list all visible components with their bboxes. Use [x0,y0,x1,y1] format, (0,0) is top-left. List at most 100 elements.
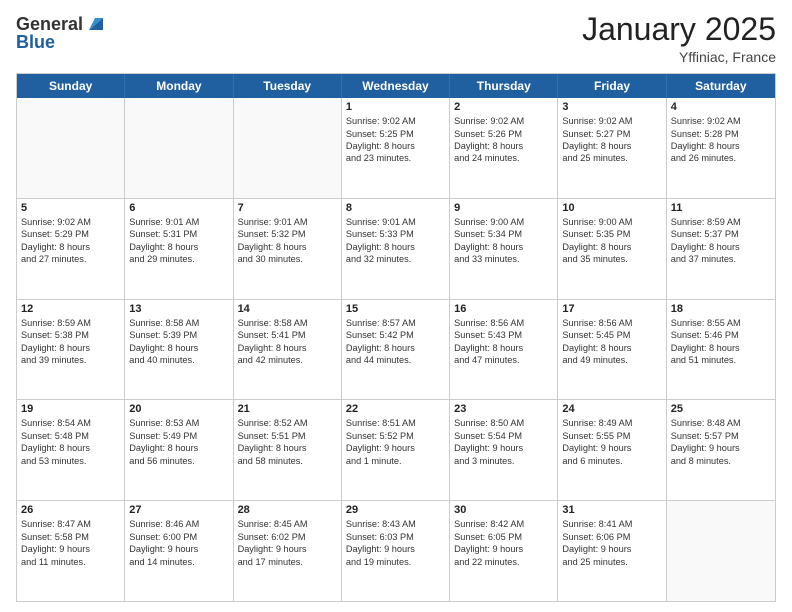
day-info-line: Sunrise: 9:02 AM [454,115,553,127]
day-info-line: Sunrise: 8:59 AM [671,216,771,228]
day-info-line: Daylight: 9 hours [129,543,228,555]
day-cell-9: 9Sunrise: 9:00 AMSunset: 5:34 PMDaylight… [450,199,558,299]
day-info-line: Sunset: 5:31 PM [129,228,228,240]
day-info-line: Sunrise: 8:56 AM [562,317,661,329]
day-info-line: Daylight: 9 hours [346,543,445,555]
day-info-line: Daylight: 8 hours [562,140,661,152]
day-info-line: Sunset: 6:03 PM [346,531,445,543]
day-info-line: and 32 minutes. [346,253,445,265]
day-info-line: Sunset: 5:26 PM [454,128,553,140]
calendar: SundayMondayTuesdayWednesdayThursdayFrid… [16,73,776,602]
day-info-line: and 47 minutes. [454,354,553,366]
day-info-line: Daylight: 9 hours [454,543,553,555]
day-number: 14 [238,303,337,315]
day-info-line: Daylight: 9 hours [454,442,553,454]
day-number: 6 [129,202,228,214]
calendar-row-4: 19Sunrise: 8:54 AMSunset: 5:48 PMDayligh… [17,399,775,500]
day-cell-11: 11Sunrise: 8:59 AMSunset: 5:37 PMDayligh… [667,199,775,299]
calendar-body: 1Sunrise: 9:02 AMSunset: 5:25 PMDaylight… [17,98,775,601]
day-info-line: Sunset: 5:33 PM [346,228,445,240]
calendar-row-1: 1Sunrise: 9:02 AMSunset: 5:25 PMDaylight… [17,98,775,198]
calendar-header: SundayMondayTuesdayWednesdayThursdayFrid… [17,74,775,98]
location: Yffiniac, France [582,49,776,65]
day-info-line: and 23 minutes. [346,152,445,164]
day-info-line: Sunset: 5:43 PM [454,329,553,341]
day-number: 19 [21,403,120,415]
day-info-line: Sunset: 6:00 PM [129,531,228,543]
day-cell-31: 31Sunrise: 8:41 AMSunset: 6:06 PMDayligh… [558,501,666,601]
day-info-line: Daylight: 8 hours [346,140,445,152]
day-info-line: Sunrise: 8:57 AM [346,317,445,329]
logo-icon [85,12,107,34]
day-info-line: Sunrise: 8:51 AM [346,417,445,429]
day-info-line: Daylight: 9 hours [562,543,661,555]
day-number: 10 [562,202,661,214]
day-number: 8 [346,202,445,214]
day-info-line: Sunset: 5:35 PM [562,228,661,240]
day-info-line: Sunrise: 8:41 AM [562,518,661,530]
day-info-line: Sunset: 6:02 PM [238,531,337,543]
day-number: 9 [454,202,553,214]
day-info-line: and 26 minutes. [671,152,771,164]
day-info-line: Sunrise: 9:02 AM [671,115,771,127]
day-number: 25 [671,403,771,415]
day-cell-28: 28Sunrise: 8:45 AMSunset: 6:02 PMDayligh… [234,501,342,601]
day-cell-24: 24Sunrise: 8:49 AMSunset: 5:55 PMDayligh… [558,400,666,500]
calendar-row-5: 26Sunrise: 8:47 AMSunset: 5:58 PMDayligh… [17,500,775,601]
day-cell-2: 2Sunrise: 9:02 AMSunset: 5:26 PMDaylight… [450,98,558,198]
day-info-line: Sunrise: 8:48 AM [671,417,771,429]
day-info-line: and 25 minutes. [562,152,661,164]
day-number: 27 [129,504,228,516]
calendar-row-3: 12Sunrise: 8:59 AMSunset: 5:38 PMDayligh… [17,299,775,400]
day-cell-29: 29Sunrise: 8:43 AMSunset: 6:03 PMDayligh… [342,501,450,601]
day-info-line: Sunrise: 9:00 AM [562,216,661,228]
day-info-line: Daylight: 8 hours [562,342,661,354]
day-info-line: and 44 minutes. [346,354,445,366]
day-number: 29 [346,504,445,516]
day-number: 26 [21,504,120,516]
day-number: 3 [562,101,661,113]
day-cell-1: 1Sunrise: 9:02 AMSunset: 5:25 PMDaylight… [342,98,450,198]
day-info-line: Daylight: 9 hours [671,442,771,454]
day-cell-5: 5Sunrise: 9:02 AMSunset: 5:29 PMDaylight… [17,199,125,299]
logo: General Blue [16,12,107,53]
day-info-line: Sunrise: 9:02 AM [21,216,120,228]
day-info-line: Sunset: 5:37 PM [671,228,771,240]
day-info-line: Sunrise: 8:49 AM [562,417,661,429]
day-number: 7 [238,202,337,214]
day-info-line: and 11 minutes. [21,556,120,568]
day-info-line: and 17 minutes. [238,556,337,568]
day-info-line: Sunset: 5:32 PM [238,228,337,240]
day-info-line: Sunset: 5:46 PM [671,329,771,341]
day-info-line: and 33 minutes. [454,253,553,265]
day-info-line: Daylight: 8 hours [562,241,661,253]
day-info-line: Sunset: 5:51 PM [238,430,337,442]
day-cell-27: 27 Sunrise: 8:46 AMSunset: 6:00 PMDayligh… [125,501,233,601]
header-day-wednesday: Wednesday [342,74,450,98]
day-info-line: Sunrise: 8:45 AM [238,518,337,530]
day-cell-3: 3Sunrise: 9:02 AMSunset: 5:27 PMDaylight… [558,98,666,198]
day-number: 30 [454,504,553,516]
day-info-line: and 3 minutes. [454,455,553,467]
day-info-line: Sunrise: 8:46 AM [129,518,228,530]
day-info-line: Sunrise: 9:01 AM [129,216,228,228]
day-info-line: Sunrise: 8:59 AM [21,317,120,329]
day-info-line: Daylight: 8 hours [454,342,553,354]
header-day-saturday: Saturday [667,74,775,98]
day-info-line: Sunrise: 8:50 AM [454,417,553,429]
day-info-line: and 27 minutes. [21,253,120,265]
day-info-line: Daylight: 8 hours [238,342,337,354]
day-info-line: Sunset: 5:55 PM [562,430,661,442]
day-number: 1 [346,101,445,113]
day-info-line: Daylight: 8 hours [671,342,771,354]
day-info-line: Daylight: 8 hours [671,140,771,152]
day-cell-18: 18Sunrise: 8:55 AMSunset: 5:46 PMDayligh… [667,300,775,400]
day-cell-empty-0-0 [17,98,125,198]
day-info-line: Sunrise: 8:42 AM [454,518,553,530]
day-info-line: Sunset: 5:27 PM [562,128,661,140]
day-info-line: Daylight: 9 hours [346,442,445,454]
day-number: 15 [346,303,445,315]
day-info-line: Daylight: 9 hours [562,442,661,454]
day-info-line: Sunset: 5:28 PM [671,128,771,140]
day-number: 16 [454,303,553,315]
